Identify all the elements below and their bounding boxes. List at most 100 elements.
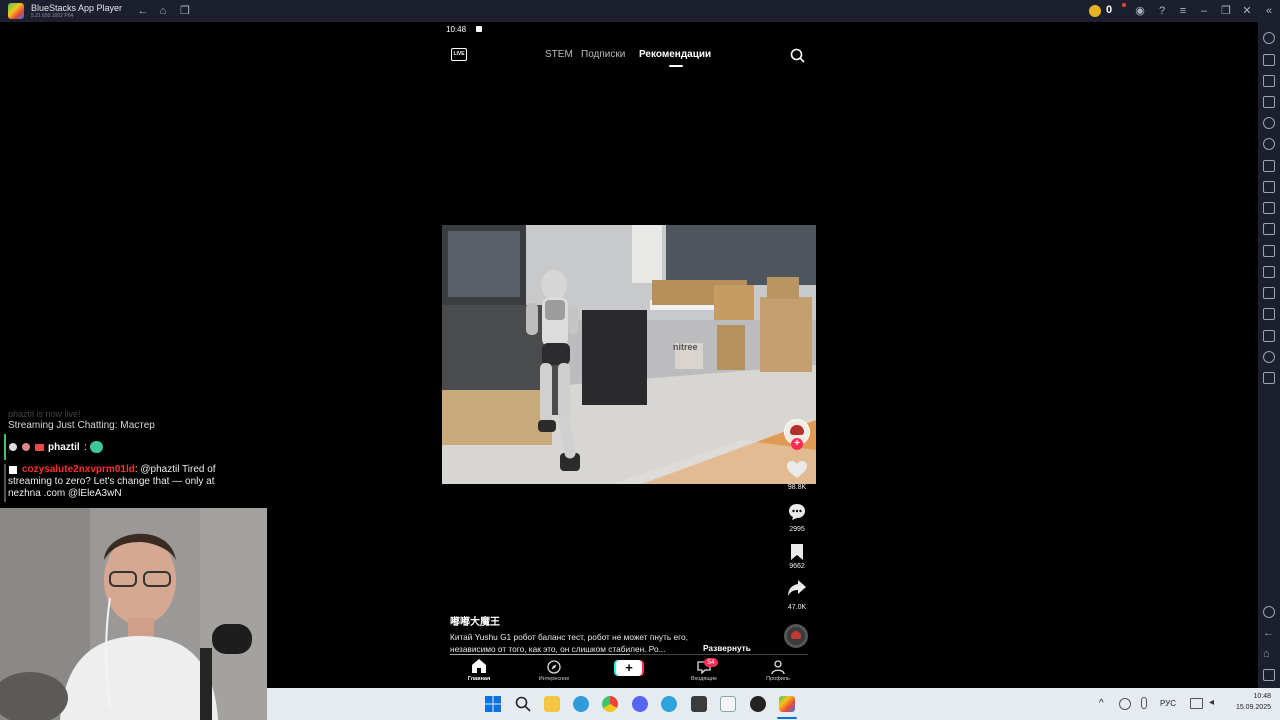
location-icon[interactable] — [1263, 351, 1275, 363]
share-icon[interactable] — [788, 580, 806, 596]
title-bar: BlueStacks App Player 5.21.650.1002 P64 … — [0, 0, 1280, 22]
home-icon[interactable]: ⌂ — [156, 4, 170, 18]
bookmark-icon[interactable] — [790, 544, 804, 560]
keyboard-controls-icon[interactable] — [1263, 54, 1275, 66]
search-icon[interactable] — [790, 48, 805, 63]
like-heart-icon[interactable] — [787, 461, 807, 479]
bluestacks-sidebar: ← ⌂ — [1258, 22, 1280, 720]
windows-start-icon[interactable] — [485, 696, 501, 712]
webcam-feed — [0, 508, 267, 720]
multi-instance-icon[interactable]: ❐ — [178, 4, 192, 18]
nav-discover-label[interactable]: Интересное — [529, 676, 579, 682]
stream-chat-overlay: phaztil is now live! Streaming Just Chat… — [0, 404, 232, 508]
android-recents-icon[interactable] — [1263, 669, 1275, 681]
home-nav-icon[interactable] — [472, 659, 486, 673]
notification-dot — [1122, 3, 1126, 7]
minimize-icon[interactable]: – — [1197, 4, 1211, 18]
rotate-icon[interactable] — [1263, 308, 1275, 320]
media-folder-icon[interactable] — [1263, 245, 1275, 257]
chat-stream-category: Streaming Just Chatting: Мастер — [8, 420, 155, 431]
bluestacks-taskbar-icon[interactable] — [779, 696, 795, 712]
app-title: BlueStacks App Player — [31, 2, 123, 13]
collapse-sidebar-icon[interactable]: « — [1262, 4, 1276, 18]
follow-plus-icon[interactable]: + — [791, 438, 803, 450]
apk-install-icon[interactable] — [1263, 75, 1275, 87]
chat-line-marker-2 — [4, 464, 6, 502]
discover-compass-icon[interactable] — [547, 660, 561, 674]
taskbar-search-icon[interactable] — [515, 696, 531, 712]
telegram-icon[interactable] — [661, 696, 677, 712]
account-icon[interactable]: ◉ — [1133, 4, 1147, 18]
comments-count: 2995 — [789, 526, 805, 533]
progress-fill — [450, 654, 630, 655]
coin-count: 0 — [1106, 4, 1113, 16]
badge-wolf-icon — [9, 443, 17, 451]
back-icon[interactable]: ← — [136, 4, 150, 18]
tray-language[interactable]: РУС — [1160, 699, 1176, 708]
discord-icon[interactable] — [632, 696, 648, 712]
nav-home-label[interactable]: Главная — [454, 676, 504, 682]
windows-taskbar: ^ РУС ◂ 10:48 15.09.2025 — [267, 688, 1280, 720]
android-home-icon[interactable]: ⌂ — [1263, 648, 1275, 660]
active-app-indicator — [777, 717, 797, 719]
video-sign-text: nitree — [673, 342, 698, 352]
chat-live-notice: phaztil is now live! — [8, 409, 81, 419]
android-back-icon[interactable]: ← — [1263, 627, 1275, 639]
layers-icon[interactable] — [1263, 372, 1275, 384]
status-time: 10:48 — [446, 25, 467, 34]
app-icon-1[interactable] — [691, 696, 707, 712]
help-icon[interactable]: ? — [1155, 4, 1169, 18]
volume-icon[interactable] — [1263, 32, 1275, 44]
settings-icon[interactable] — [1263, 606, 1275, 618]
badge-broadcaster-icon — [35, 444, 44, 451]
create-post-button[interactable]: + — [616, 660, 642, 676]
tray-time[interactable]: 10:48 — [1223, 693, 1271, 700]
gallery-icon[interactable] — [1263, 266, 1275, 278]
app-icon-2[interactable] — [720, 696, 736, 712]
sync-icon[interactable] — [1263, 138, 1275, 150]
file-explorer-icon[interactable] — [544, 696, 560, 712]
likes-count: 98.8K — [787, 484, 807, 491]
macro-icon[interactable] — [1263, 117, 1275, 129]
live-icon[interactable]: LIVE — [451, 48, 467, 61]
airplane-icon[interactable] — [1263, 287, 1275, 299]
saves-count: 9662 — [789, 563, 805, 570]
maximize-icon[interactable]: ❐ — [1219, 4, 1233, 18]
tray-volume-icon[interactable]: ◂ — [1209, 697, 1214, 708]
expand-caption-link[interactable]: Развернуть — [703, 643, 751, 653]
nav-inbox-label[interactable]: Входящие — [679, 676, 729, 682]
video-caption: Китай Yushu G1 робот баланс тест, робот … — [450, 631, 730, 655]
inbox-badge: 54 — [704, 658, 718, 667]
sound-disc-icon[interactable] — [784, 624, 808, 648]
tray-mic-icon[interactable] — [1141, 697, 1147, 709]
chat-message-spam: cozysalute2nxvprm01ld: @phaztil Tired of… — [8, 464, 228, 500]
tray-network-icon[interactable] — [1119, 698, 1131, 710]
tray-overflow-icon[interactable]: ^ — [1099, 698, 1104, 709]
webcam-image — [0, 508, 267, 720]
comment-icon[interactable] — [788, 503, 806, 521]
close-icon[interactable]: ✕ — [1240, 4, 1254, 18]
performance-icon[interactable] — [1263, 181, 1275, 193]
video-author-name[interactable]: 嘟嘟大魔王 — [450, 613, 500, 628]
obs-icon[interactable] — [750, 696, 766, 712]
tab-subscriptions[interactable]: Подписки — [581, 49, 625, 60]
game-controls-icon[interactable] — [1263, 96, 1275, 108]
tab-recommendations[interactable]: Рекомендации — [639, 49, 711, 60]
tray-display-icon[interactable] — [1190, 698, 1203, 709]
tab-stem[interactable]: STEM — [545, 49, 573, 60]
video-frame[interactable] — [442, 225, 816, 484]
badge-avatar-icon — [22, 443, 30, 451]
eco-mode-icon[interactable] — [1263, 160, 1275, 172]
edge-icon[interactable] — [573, 696, 589, 712]
bluestacks-logo-icon — [8, 3, 24, 19]
menu-icon[interactable]: ≡ — [1176, 4, 1190, 18]
nav-profile-label[interactable]: Профиль — [753, 676, 803, 682]
record-icon[interactable] — [1263, 223, 1275, 235]
chrome-icon[interactable] — [602, 696, 618, 712]
tray-date[interactable]: 15.09.2025 — [1223, 704, 1271, 711]
coin-icon[interactable] — [1089, 5, 1101, 17]
profile-icon[interactable] — [771, 660, 785, 674]
erase-icon[interactable] — [1263, 330, 1275, 342]
shares-count: 47.0K — [787, 604, 807, 611]
screenshot-icon[interactable] — [1263, 202, 1275, 214]
